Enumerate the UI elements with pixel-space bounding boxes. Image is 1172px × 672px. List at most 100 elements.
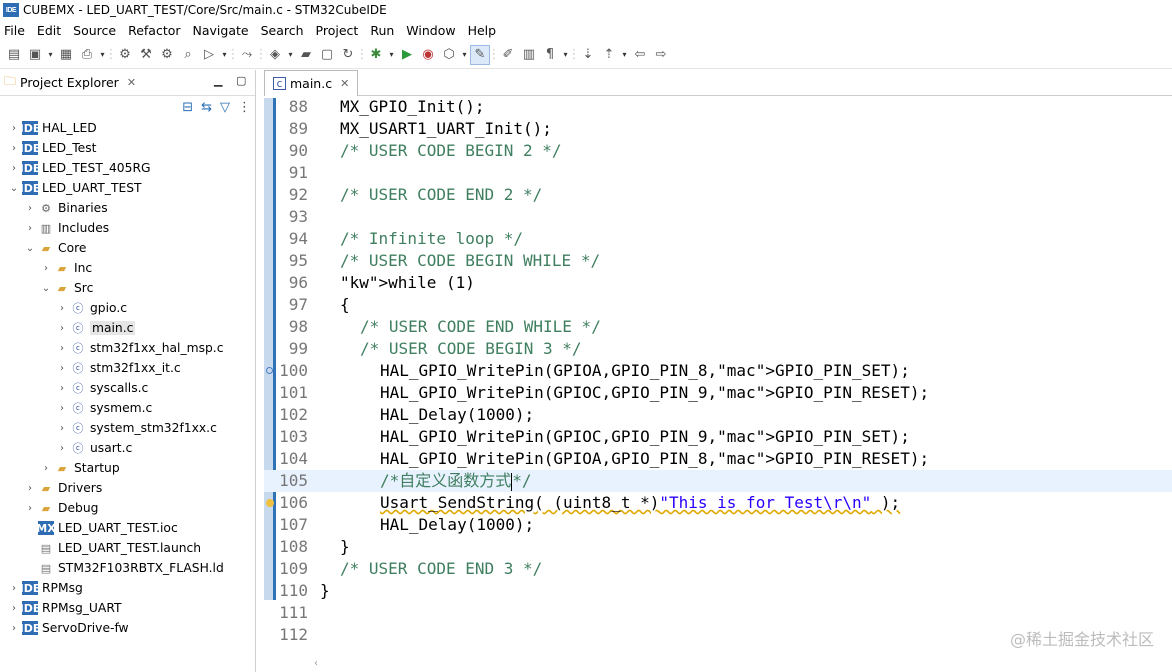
nav-next-icon[interactable]: ⇣ xyxy=(578,45,598,65)
collapse-all-icon[interactable]: ⊟ xyxy=(182,100,193,115)
scroll-left-icon[interactable]: ‹ xyxy=(314,658,318,669)
tree-item[interactable]: › ▰ Startup xyxy=(0,458,256,478)
code-line[interactable]: 101 HAL_GPIO_WritePin(GPIOC,GPIO_PIN_9,"m… xyxy=(264,382,1172,404)
code-line[interactable]: 98 /* USER CODE END WHILE */ xyxy=(264,316,1172,338)
code-line[interactable]: 100 HAL_GPIO_WritePin(GPIOA,GPIO_PIN_8,"m… xyxy=(264,360,1172,382)
tree-item[interactable]: › ⓒ gpio.c xyxy=(0,298,256,318)
chevron-right-icon[interactable]: › xyxy=(24,503,36,514)
chevron-down-icon[interactable]: ⌄ xyxy=(40,283,52,294)
new-icon[interactable]: ▤ xyxy=(4,45,24,65)
code-line[interactable]: 104 HAL_GPIO_WritePin(GPIOA,GPIO_PIN_8,"m… xyxy=(264,448,1172,470)
chevron-right-icon[interactable]: › xyxy=(8,623,20,634)
menu-window[interactable]: Window xyxy=(406,23,455,38)
open-task-icon[interactable]: ▥ xyxy=(519,45,539,65)
tree-item[interactable]: ⌄ IDE LED_UART_TEST xyxy=(0,178,256,198)
code-line[interactable]: 96 "kw">while (1) xyxy=(264,272,1172,294)
dropdown-arrow-icon[interactable]: ▾ xyxy=(46,45,55,65)
new-file-icon[interactable]: ▢ xyxy=(317,45,337,65)
menu-source[interactable]: Source xyxy=(73,23,116,38)
menu-project[interactable]: Project xyxy=(316,23,359,38)
tree-item[interactable]: MX LED_UART_TEST.ioc xyxy=(0,518,256,538)
code-line[interactable]: 105 /*自定义函数方式*/ xyxy=(264,470,1172,492)
nav-prev-icon[interactable]: ⇡ xyxy=(599,45,619,65)
code-line[interactable]: 97 { xyxy=(264,294,1172,316)
back-icon[interactable]: ⇦ xyxy=(630,45,650,65)
chevron-right-icon[interactable]: › xyxy=(24,203,36,214)
project-explorer-tab[interactable]: 🗀 Project Explorer ✕ ▁ ▢ xyxy=(0,70,255,96)
code-line[interactable]: 88 MX_GPIO_Init(); xyxy=(264,96,1172,118)
tree-item[interactable]: › ⓒ main.c xyxy=(0,318,256,338)
code-line[interactable]: 95 /* USER CODE BEGIN WHILE */ xyxy=(264,250,1172,272)
chevron-right-icon[interactable]: › xyxy=(8,603,20,614)
chevron-right-icon[interactable]: › xyxy=(56,303,68,314)
chevron-right-icon[interactable]: › xyxy=(56,323,68,334)
chevron-right-icon[interactable]: › xyxy=(8,143,20,154)
code-line[interactable]: 108} xyxy=(264,536,1172,558)
code-line[interactable]: 103 HAL_GPIO_WritePin(GPIOC,GPIO_PIN_9,"m… xyxy=(264,426,1172,448)
menu-run[interactable]: Run xyxy=(370,23,394,38)
print-icon[interactable]: ⎙ xyxy=(77,45,97,65)
minimize-icon[interactable]: ▁ xyxy=(214,74,222,87)
menu-refactor[interactable]: Refactor xyxy=(128,23,180,38)
tree-item[interactable]: › IDE RPMsg xyxy=(0,578,256,598)
chevron-right-icon[interactable]: › xyxy=(24,223,36,234)
dropdown-arrow-icon[interactable]: ▾ xyxy=(620,45,629,65)
tree-item[interactable]: ▤ STM32F103RBTX_FLASH.ld xyxy=(0,558,256,578)
code-line[interactable]: 92 /* USER CODE END 2 */ xyxy=(264,184,1172,206)
tree-item[interactable]: › ⓒ stm32f1xx_hal_msp.c xyxy=(0,338,256,358)
chevron-down-icon[interactable]: ⌄ xyxy=(8,183,20,194)
menu-search[interactable]: Search xyxy=(261,23,304,38)
tree-item[interactable]: › IDE LED_Test xyxy=(0,138,256,158)
tree-item[interactable]: › ⓒ stm32f1xx_it.c xyxy=(0,358,256,378)
code-line[interactable]: 110} xyxy=(264,580,1172,602)
new-folder-icon[interactable]: ▰ xyxy=(296,45,316,65)
chevron-right-icon[interactable]: › xyxy=(40,463,52,474)
tree-item[interactable]: › ▰ Debug xyxy=(0,498,256,518)
save-all-icon[interactable]: ▦ xyxy=(56,45,76,65)
chevron-right-icon[interactable]: › xyxy=(56,443,68,454)
bookmark-marker-icon[interactable] xyxy=(266,367,273,374)
pilcrow-icon[interactable]: ¶ xyxy=(540,45,560,65)
code-line[interactable]: 107 HAL_Delay(1000); xyxy=(264,514,1172,536)
tree-item[interactable]: ▤ LED_UART_TEST.launch xyxy=(0,538,256,558)
tree-item[interactable]: › ⓒ system_stm32f1xx.c xyxy=(0,418,256,438)
chevron-right-icon[interactable]: › xyxy=(56,363,68,374)
run-ext-icon[interactable]: ▷ xyxy=(199,45,219,65)
chevron-right-icon[interactable]: › xyxy=(8,163,20,174)
tree-item[interactable]: ⌄ ▰ Src xyxy=(0,278,256,298)
link-editor-icon[interactable]: ⇆ xyxy=(201,100,212,115)
chevron-right-icon[interactable]: › xyxy=(56,423,68,434)
open-type-icon[interactable]: ⬡ xyxy=(439,45,459,65)
build-icon[interactable]: ⚙ xyxy=(115,45,135,65)
close-icon[interactable]: ✕ xyxy=(127,76,136,89)
chevron-right-icon[interactable]: › xyxy=(56,343,68,354)
menu-navigate[interactable]: Navigate xyxy=(193,23,249,38)
chevron-right-icon[interactable]: › xyxy=(56,383,68,394)
tree-item[interactable]: › ⓒ usart.c xyxy=(0,438,256,458)
chevron-right-icon[interactable]: › xyxy=(8,583,20,594)
highlight-icon[interactable]: ✐ xyxy=(498,45,518,65)
code-line[interactable]: 89 MX_USART1_UART_Init(); xyxy=(264,118,1172,140)
code-line[interactable]: 111 xyxy=(264,602,1172,624)
dropdown-arrow-icon[interactable]: ▾ xyxy=(460,45,469,65)
run-icon[interactable]: ▶ xyxy=(397,45,417,65)
forward-icon[interactable]: ⇨ xyxy=(651,45,671,65)
new-class-icon[interactable]: ◈ xyxy=(265,45,285,65)
warning-marker-icon[interactable] xyxy=(266,499,274,507)
chevron-right-icon[interactable]: › xyxy=(40,263,52,274)
code-line[interactable]: 109 /* USER CODE END 3 */ xyxy=(264,558,1172,580)
maximize-icon[interactable]: ▢ xyxy=(236,74,246,87)
close-icon[interactable]: ✕ xyxy=(340,77,349,90)
menu-help[interactable]: Help xyxy=(468,23,497,38)
menu-edit[interactable]: Edit xyxy=(37,23,61,38)
horizontal-scrollbar[interactable]: ‹ xyxy=(314,656,1164,670)
tree-item[interactable]: ⌄ ▰ Core xyxy=(0,238,256,258)
hammer-icon[interactable]: ⚒ xyxy=(136,45,156,65)
chevron-right-icon[interactable]: › xyxy=(56,403,68,414)
code-line[interactable]: 99 /* USER CODE BEGIN 3 */ xyxy=(264,338,1172,360)
code-line[interactable]: 93 xyxy=(264,206,1172,228)
chevron-right-icon[interactable]: › xyxy=(24,483,36,494)
external-tools-icon[interactable]: ◉ xyxy=(418,45,438,65)
filter-icon[interactable]: ▽ xyxy=(220,100,230,115)
code-line[interactable]: 106 Usart_SendString( (uint8_t *)"This is… xyxy=(264,492,1172,514)
